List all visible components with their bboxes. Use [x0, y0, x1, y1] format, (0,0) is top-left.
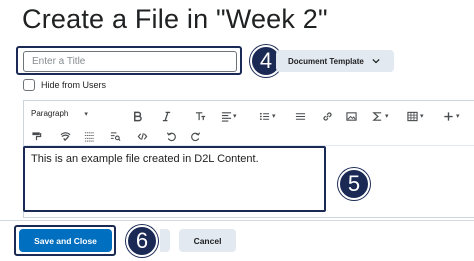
hide-from-users-label: Hide from Users — [41, 80, 107, 90]
find-replace-icon[interactable] — [108, 129, 122, 143]
paragraph-format-select[interactable]: Paragraph ▾ — [31, 109, 88, 118]
hide-from-users-checkbox[interactable] — [23, 79, 35, 91]
editor-content[interactable]: This is an example file created in D2L C… — [31, 153, 259, 165]
undo-icon[interactable] — [164, 129, 178, 143]
equation-icon[interactable] — [370, 109, 384, 123]
chevron-down-icon: ▾ — [456, 113, 460, 120]
image-icon[interactable] — [344, 109, 358, 123]
chevron-down-icon: ▾ — [272, 113, 276, 120]
footer-divider — [0, 220, 474, 221]
hide-from-users-option[interactable]: Hide from Users — [23, 79, 106, 91]
cancel-button[interactable]: Cancel — [179, 229, 236, 252]
italic-icon[interactable] — [159, 109, 173, 123]
chevron-down-icon: ▾ — [385, 113, 389, 120]
chevron-down-icon: ▾ — [233, 113, 237, 120]
bullet-list-icon[interactable] — [293, 109, 307, 123]
step-6-badge: 6 — [126, 225, 158, 257]
table-icon[interactable] — [405, 109, 419, 123]
bold-icon[interactable] — [130, 109, 144, 123]
link-icon[interactable] — [320, 109, 334, 123]
chevron-down-icon: ▾ — [84, 110, 88, 118]
page-title: Create a File in "Week 2" — [22, 4, 328, 34]
font-size-icon[interactable] — [193, 109, 207, 123]
source-code-icon[interactable] — [135, 129, 149, 143]
document-template-label: Document Template — [288, 56, 364, 66]
obscured-button[interactable] — [160, 229, 170, 252]
format-painter-icon[interactable] — [29, 129, 43, 143]
title-input[interactable] — [23, 51, 237, 72]
redo-icon[interactable] — [188, 129, 202, 143]
chevron-down-icon: ▾ — [420, 113, 424, 120]
chevron-down-icon — [372, 59, 380, 64]
document-template-button[interactable]: Document Template — [276, 50, 394, 72]
list-icon[interactable] — [257, 109, 271, 123]
insert-icon[interactable] — [441, 109, 455, 123]
step-5-badge: 5 — [338, 168, 370, 200]
paragraph-format-label: Paragraph — [31, 109, 69, 118]
align-icon[interactable] — [219, 109, 233, 123]
save-and-close-button[interactable]: Save and Close — [19, 229, 112, 252]
accessibility-checker-icon[interactable] — [58, 129, 72, 143]
line-spacing-icon[interactable] — [82, 129, 96, 143]
